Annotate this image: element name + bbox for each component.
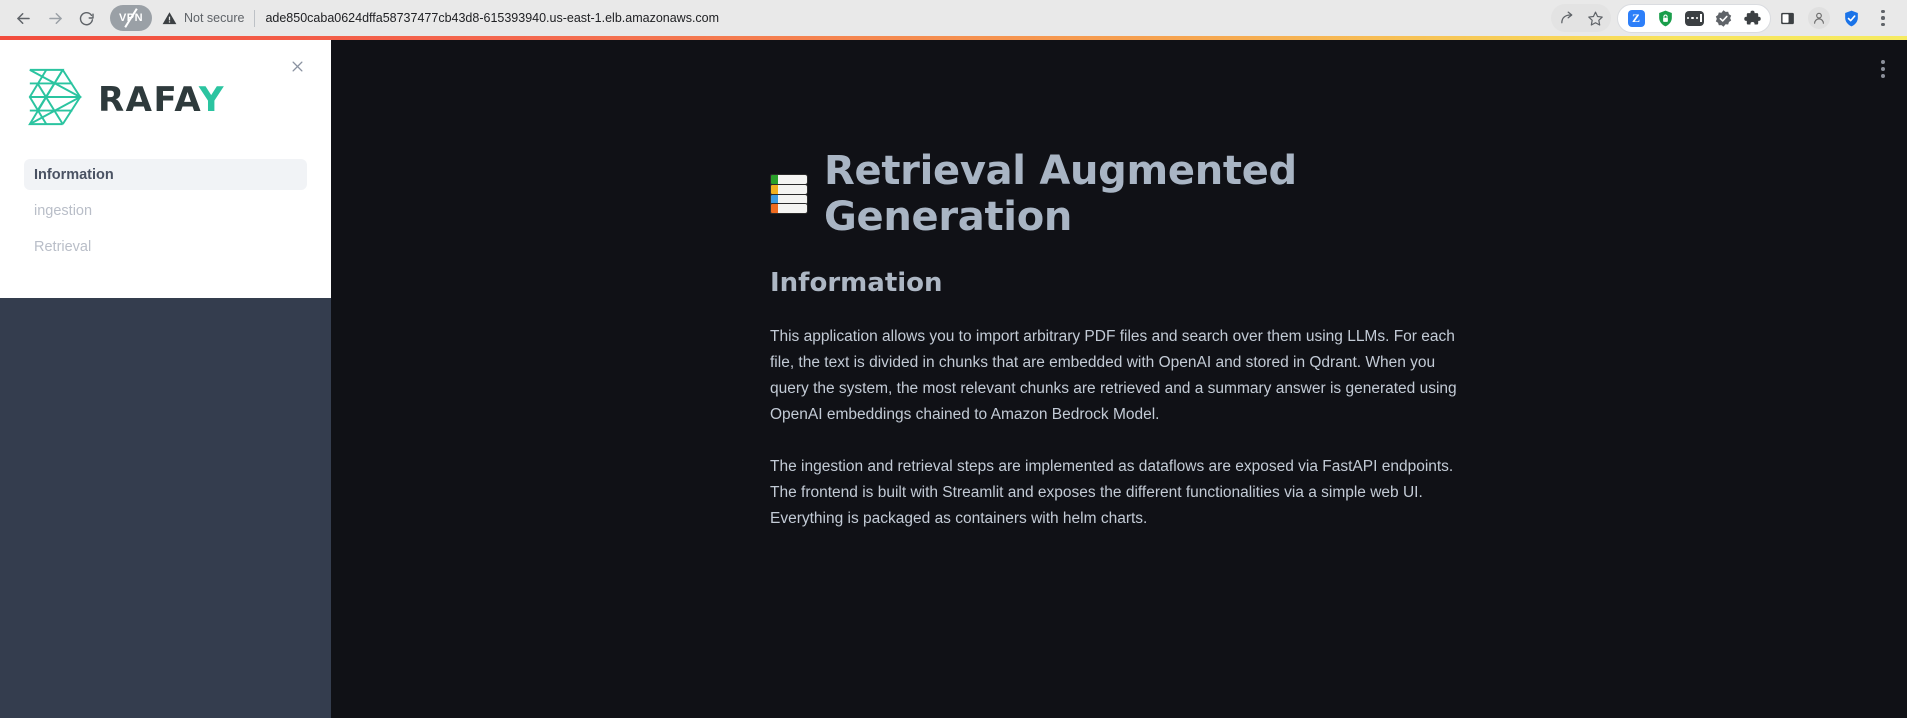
app-menu-kebab-icon[interactable] bbox=[1875, 54, 1891, 84]
close-icon[interactable] bbox=[285, 54, 309, 78]
content-column: Retrieval Augmented Generation Informati… bbox=[331, 40, 1471, 532]
not-secure-warning-icon[interactable] bbox=[162, 11, 177, 26]
brand: RAFAY bbox=[24, 66, 307, 133]
browser-toolbar-actions: Z bbox=[1551, 3, 1899, 33]
section-heading: Information bbox=[770, 268, 943, 298]
sidebar-item-retrieval[interactable]: Retrieval bbox=[24, 231, 307, 262]
sidebar-item-label: ingestion bbox=[34, 202, 93, 219]
brand-name-accent: Y bbox=[198, 79, 226, 120]
omnibox-divider bbox=[254, 9, 256, 27]
reload-icon[interactable] bbox=[72, 3, 102, 33]
back-arrow-icon[interactable] bbox=[8, 3, 38, 33]
kebab-dots bbox=[1881, 9, 1885, 27]
rafay-lattice-logo-icon bbox=[24, 66, 86, 133]
vpn-status-badge[interactable]: VPN bbox=[110, 5, 152, 31]
extensions-puzzle-icon[interactable] bbox=[1738, 4, 1766, 32]
main-content: Retrieval Augmented Generation Informati… bbox=[331, 40, 1907, 718]
sidebar-item-information[interactable]: Information bbox=[24, 159, 307, 190]
body-paragraph-1: This application allows you to import ar… bbox=[770, 328, 1457, 423]
page-title-text: Retrieval Augmented Generation bbox=[824, 148, 1297, 240]
forward-arrow-icon[interactable] bbox=[40, 3, 70, 33]
password-manager-extension-icon[interactable] bbox=[1680, 4, 1708, 32]
address-bar[interactable]: Not secure ade850caba0624dffa58737477cb4… bbox=[156, 4, 1549, 32]
sidebar-item-label: Retrieval bbox=[34, 238, 92, 255]
bookmark-star-icon[interactable] bbox=[1581, 4, 1609, 32]
password-shield-extension-icon[interactable] bbox=[1651, 4, 1679, 32]
brand-name: RAFAY bbox=[98, 83, 225, 117]
url-text[interactable]: ade850caba0624dffa58737477cb43d8-6153939… bbox=[265, 11, 719, 25]
body-paragraph-2: The ingestion and retrieval steps are im… bbox=[770, 458, 1454, 527]
sidebar-nav: Information ingestion Retrieval bbox=[24, 159, 307, 267]
side-panel-icon[interactable] bbox=[1773, 4, 1801, 32]
share-icon[interactable] bbox=[1553, 4, 1581, 32]
sidebar-item-ingestion[interactable]: ingestion bbox=[24, 195, 307, 226]
sidebar-panel: RAFAY Information ingestion Retrieval bbox=[0, 40, 331, 298]
security-shield-icon[interactable] bbox=[1837, 4, 1865, 32]
browser-toolbar: VPN Not secure ade850caba0624dffa5873747… bbox=[0, 0, 1907, 36]
dots-glyph bbox=[1684, 10, 1704, 26]
brand-name-main: RAFA bbox=[98, 79, 199, 120]
extensions-group: Z bbox=[1617, 3, 1771, 33]
avatar bbox=[1808, 7, 1830, 29]
accent-gradient-bar bbox=[0, 36, 1907, 40]
zotero-extension-icon[interactable]: Z bbox=[1622, 4, 1650, 32]
profile-avatar-icon[interactable] bbox=[1805, 4, 1833, 32]
books-emoji-icon bbox=[770, 174, 808, 214]
browser-menu-kebab-icon[interactable] bbox=[1869, 4, 1897, 32]
app-viewport: RAFAY Information ingestion Retrieval Re… bbox=[0, 36, 1907, 718]
security-status-label: Not secure bbox=[184, 11, 245, 25]
verified-badge-extension-icon[interactable] bbox=[1709, 4, 1737, 32]
zotero-glyph: Z bbox=[1627, 9, 1645, 27]
sidebar: RAFAY Information ingestion Retrieval bbox=[0, 40, 331, 718]
share-bookmark-group bbox=[1551, 4, 1611, 32]
sidebar-item-label: Information bbox=[34, 166, 114, 183]
page-title: Retrieval Augmented Generation bbox=[770, 148, 1471, 240]
